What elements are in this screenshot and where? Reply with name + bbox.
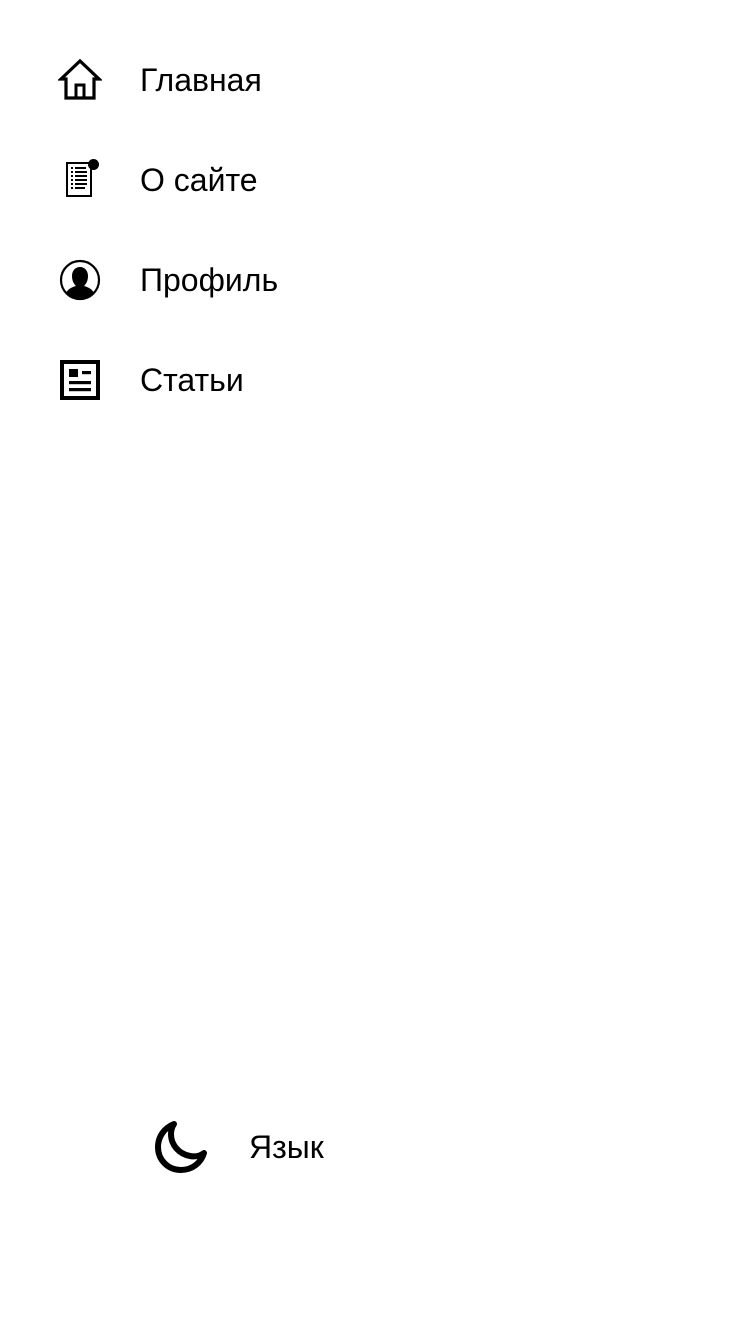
sidebar-screen: Главная О сайте Профиль Статьи Язык (0, 0, 750, 1334)
sidebar-nav: Главная О сайте Профиль Статьи (0, 30, 750, 430)
sidebar-item-label: Главная (140, 62, 262, 98)
sidebar-item-home[interactable]: Главная (0, 30, 750, 130)
profile-icon (58, 258, 102, 302)
sidebar-item-label: Профиль (140, 262, 279, 298)
sidebar-item-profile[interactable]: Профиль (0, 230, 750, 330)
home-icon (58, 58, 102, 102)
moon-icon (155, 1121, 207, 1173)
sidebar-footer: Язык (150, 1116, 324, 1178)
sidebar-item-articles[interactable]: Статьи (0, 330, 750, 430)
language-button[interactable]: Язык (249, 1127, 324, 1167)
sidebar-item-label: Статьи (140, 362, 244, 398)
sidebar-item-about[interactable]: О сайте (0, 130, 750, 230)
about-document-icon (58, 158, 102, 202)
sidebar-item-label: О сайте (140, 162, 258, 198)
theme-toggle-button[interactable] (150, 1116, 212, 1178)
articles-icon (58, 358, 102, 402)
